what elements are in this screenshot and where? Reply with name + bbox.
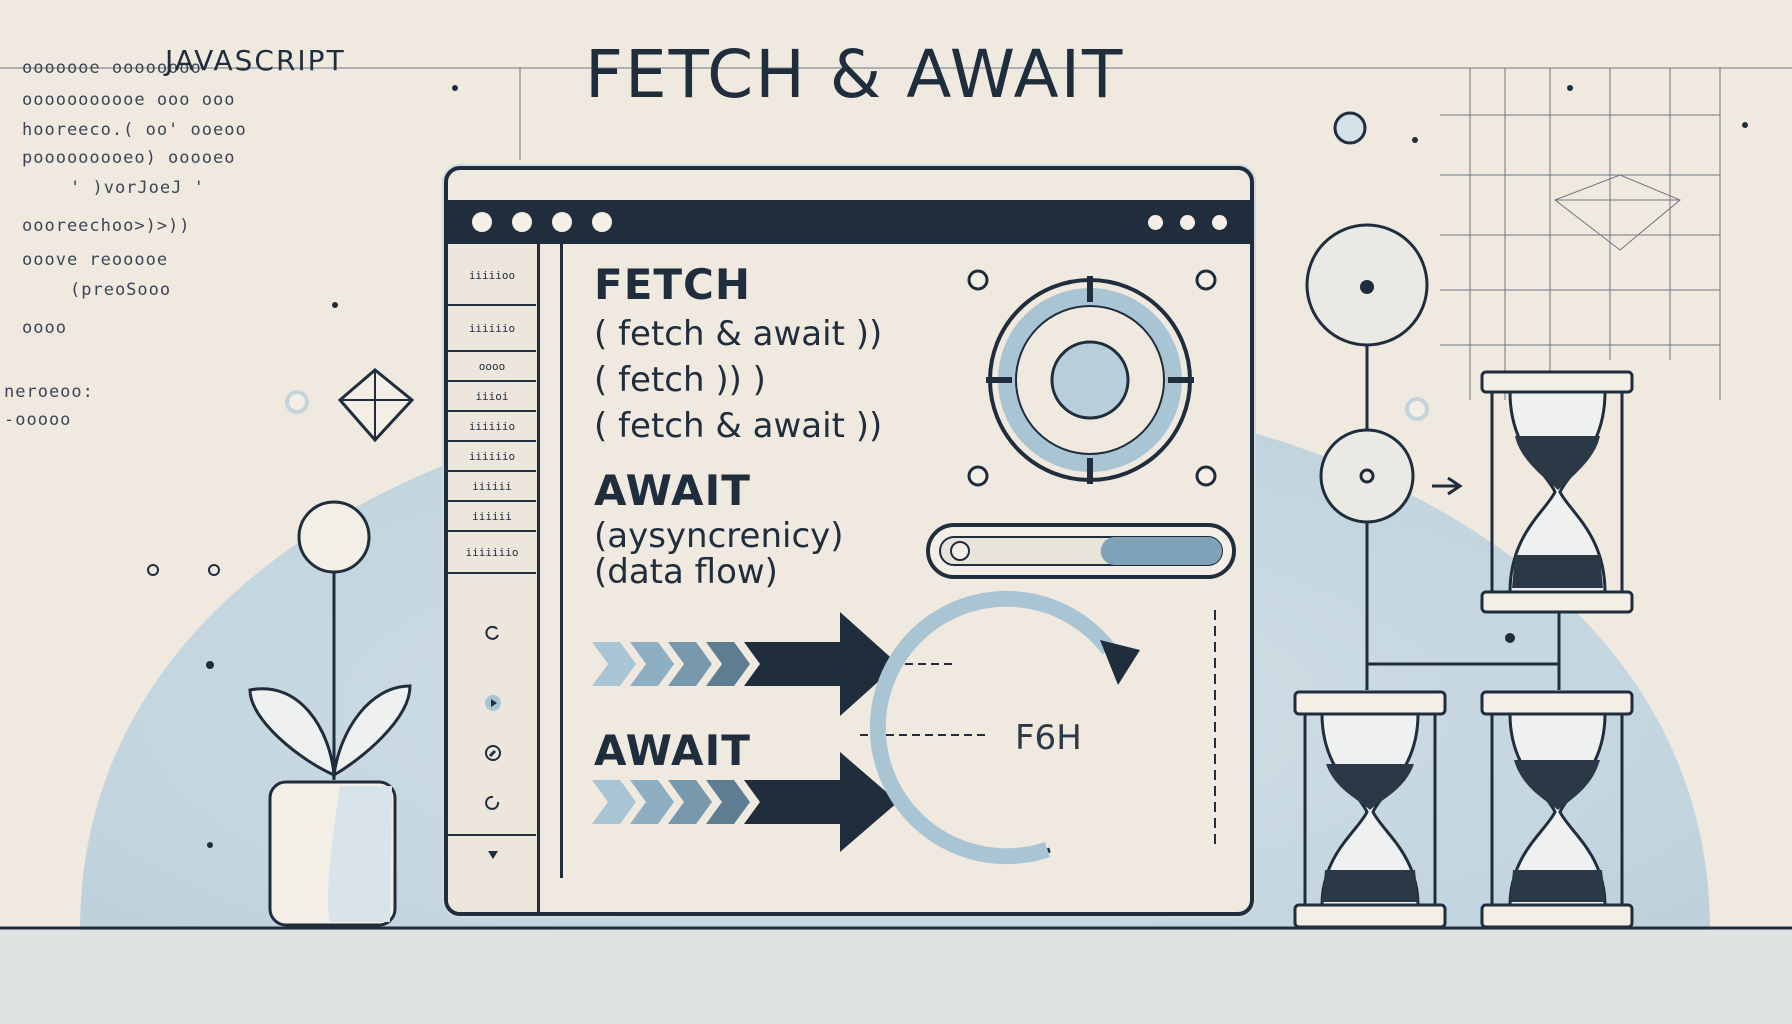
code-line: ' )vorJoeJ ' <box>70 178 205 198</box>
hourglass-icon <box>1293 370 1634 929</box>
menu-dot[interactable] <box>1180 215 1195 230</box>
window-control-dot[interactable] <box>592 212 612 232</box>
window-control-dot[interactable] <box>552 212 572 232</box>
fetch-line: ( fetch )) ) <box>594 360 766 400</box>
sidebar-item[interactable]: iiioi <box>448 382 536 412</box>
code-line: pooooooooeo) ooooeo <box>22 148 236 168</box>
content-divider <box>560 244 563 878</box>
code-line: ooooooooooe ooo ooo <box>22 90 236 110</box>
reload-icon[interactable] <box>484 794 502 812</box>
code-line: hooreeco.( oo' ooeoo <box>22 120 247 140</box>
code-line: oooreechoo>)>)) <box>22 216 191 236</box>
play-icon[interactable] <box>484 694 502 712</box>
window-titlebar <box>448 200 1250 244</box>
browser-window: iiiiioo iiiiiio oooo iiioi iiiiiio iiiii… <box>444 166 1254 916</box>
await-heading-secondary: AWAIT <box>594 726 751 775</box>
sidebar-item[interactable]: iiiiii <box>448 472 536 502</box>
sidebar-item[interactable]: iiiiiio <box>448 412 536 442</box>
refresh-icon[interactable] <box>484 624 502 642</box>
menu-dot[interactable] <box>1212 215 1227 230</box>
sidebar-item[interactable]: iiiiiio <box>448 306 536 352</box>
code-line: -ooooo <box>4 410 72 430</box>
language-label: JAVASCRIPT <box>165 44 346 77</box>
sidebar: iiiiioo iiiiiio oooo iiioi iiiiiio iiiii… <box>448 244 540 912</box>
fetch-line: ( fetch & await )) <box>594 314 883 354</box>
sidebar-item[interactable]: iiiiioo <box>448 246 536 306</box>
arrow-down-icon[interactable] <box>484 846 502 864</box>
await-line: (aysyncrenicy) <box>594 516 844 556</box>
code-line: oooo <box>22 318 67 338</box>
menu-dot[interactable] <box>1148 215 1163 230</box>
code-line: (preoSooo <box>70 280 172 300</box>
spinner-label: F6H <box>1015 718 1082 758</box>
fetch-line: ( fetch & await )) <box>594 406 883 446</box>
await-line: (data flow) <box>594 552 778 592</box>
code-line: ooove reooooe <box>22 250 169 270</box>
sidebar-divider <box>448 834 536 836</box>
sidebar-item[interactable]: iiiiiiio <box>448 532 536 574</box>
code-line: neroeoo: <box>4 382 94 402</box>
window-control-dot[interactable] <box>512 212 532 232</box>
window-control-dot[interactable] <box>472 212 492 232</box>
compass-icon[interactable] <box>484 744 502 762</box>
sidebar-item[interactable]: iiiiii <box>448 502 536 532</box>
sidebar-item[interactable]: iiiiiio <box>448 442 536 472</box>
await-heading: AWAIT <box>594 466 751 515</box>
sidebar-item[interactable]: oooo <box>448 352 536 382</box>
fetch-heading: FETCH <box>594 260 752 309</box>
page-title: FETCH & AWAIT <box>585 36 1125 113</box>
